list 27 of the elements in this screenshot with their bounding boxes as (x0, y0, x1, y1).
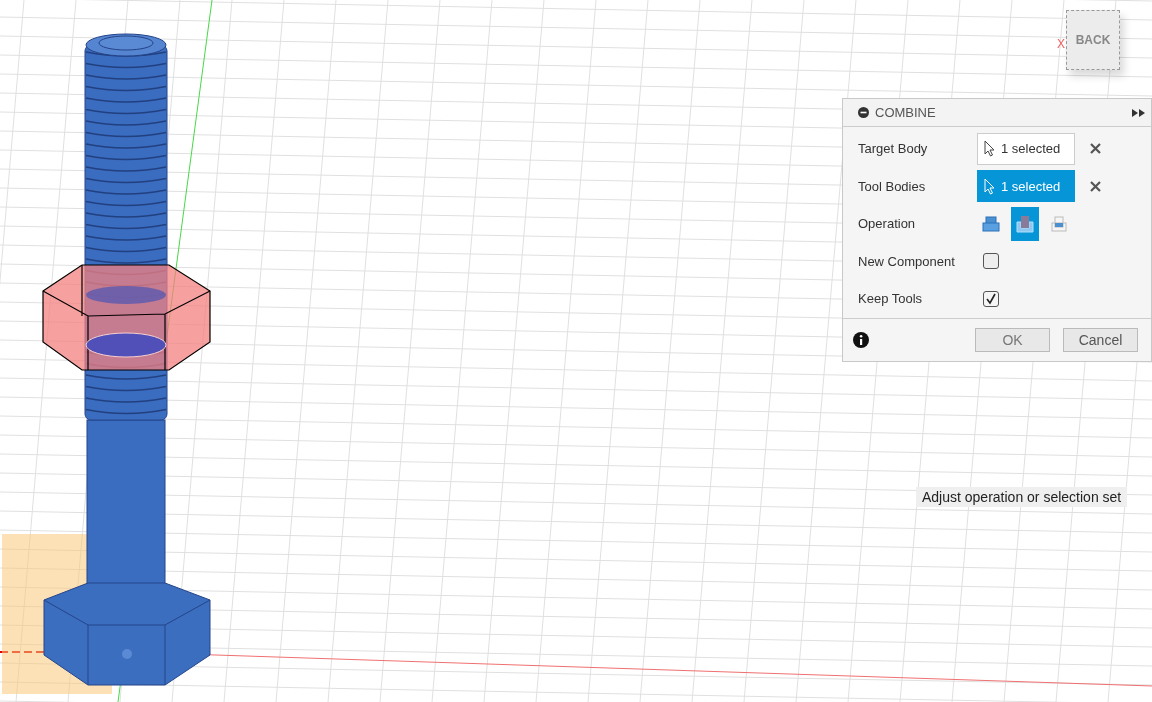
close-icon[interactable] (1090, 180, 1101, 192)
field-label: Target Body (858, 141, 929, 157)
checkbox[interactable] (983, 253, 999, 270)
axis-label: X (1057, 37, 1065, 51)
selection-button[interactable]: 1 selected (977, 132, 1075, 165)
field-label: Keep Tools (858, 291, 924, 307)
cancel-button[interactable]: Cancel (1063, 327, 1138, 352)
viewcube[interactable]: BACK (1066, 10, 1120, 70)
field-label: New Component (858, 253, 956, 269)
cursor-icon (984, 177, 995, 195)
field-label: Tool Bodies (858, 178, 927, 194)
collapse-icon[interactable] (858, 107, 869, 118)
expand-icon[interactable] (1132, 108, 1145, 117)
selection-button[interactable]: 1 selected (977, 170, 1075, 203)
intersect-icon (1051, 215, 1067, 232)
ok-button[interactable]: OK (975, 327, 1050, 352)
tooltip: Adjust operation or selection set (916, 487, 1128, 507)
operation-button[interactable] (1011, 206, 1039, 241)
cursor-icon (984, 140, 995, 158)
close-icon[interactable] (1090, 143, 1101, 155)
dialog-title: COMBINE (875, 105, 937, 120)
field-label: Operation (858, 216, 917, 232)
checkbox[interactable] (983, 290, 999, 307)
join-icon (982, 215, 1000, 232)
cut-icon (1016, 214, 1034, 233)
info-icon[interactable] (853, 331, 869, 348)
viewcube-face-label[interactable]: BACK (1075, 33, 1111, 47)
